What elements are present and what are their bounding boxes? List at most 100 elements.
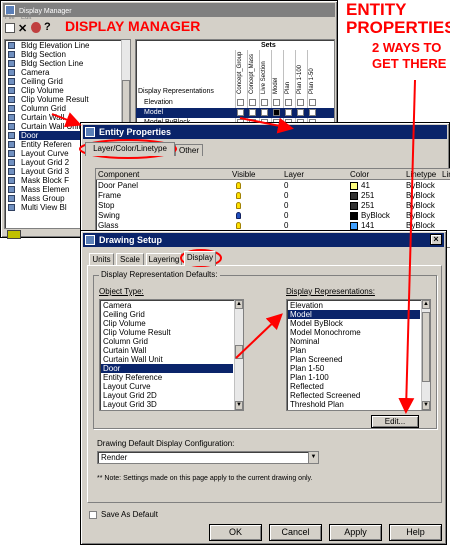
menu-file[interactable]: File <box>5 15 15 21</box>
column-header[interactable]: Visible <box>232 170 255 179</box>
tree-item[interactable]: Door <box>8 131 90 140</box>
new-icon[interactable] <box>5 23 15 33</box>
visible-bulb-icon[interactable] <box>236 182 241 189</box>
display-rep-item[interactable]: Model ByBlock <box>288 319 420 328</box>
display-rep-item[interactable]: Elevation <box>288 301 420 310</box>
rep-row[interactable]: Elevation <box>136 98 334 108</box>
table-row[interactable]: Stop 0 251 ByBlock <box>96 201 450 211</box>
set-checkbox[interactable] <box>249 109 256 116</box>
tree-item[interactable]: Clip Volume Result <box>8 95 90 104</box>
help-button[interactable]: Help <box>389 524 442 541</box>
scroll-down-icon[interactable]: ▼ <box>422 401 430 410</box>
tree-item[interactable]: Ceiling Grid <box>8 77 90 86</box>
set-checkbox[interactable] <box>297 109 304 116</box>
object-type-item[interactable]: Layout Curve <box>101 382 233 391</box>
object-type-item[interactable]: Clip Volume <box>101 319 233 328</box>
table-row[interactable]: Frame 0 251 ByBlock <box>96 191 450 201</box>
tree-item[interactable]: Multi View Bl <box>8 203 90 212</box>
object-type-item[interactable]: Layout Grid 2D <box>101 391 233 400</box>
menu-edit[interactable]: Edit <box>21 15 31 21</box>
display-rep-item[interactable]: Reflected <box>288 382 420 391</box>
display-rep-item[interactable]: Model Monochrome <box>288 328 420 337</box>
color-swatch[interactable] <box>350 222 358 230</box>
tree-item[interactable]: Bldg Section Line <box>8 59 90 68</box>
tree-item[interactable]: Layout Grid 3 <box>8 167 90 176</box>
object-type-list[interactable]: Camera Ceiling Grid Clip Volume Clip Volume… <box>99 299 244 411</box>
object-type-item[interactable]: Clip Volume Result <box>101 328 233 337</box>
tree-item[interactable]: Bldg Section <box>8 50 90 59</box>
set-checkbox[interactable] <box>261 99 268 106</box>
column-header[interactable]: Color <box>350 170 369 179</box>
display-rep-item[interactable]: Plan 1-50 <box>288 364 420 373</box>
tree-item[interactable]: Bldg Elevation Line <box>8 41 90 50</box>
column-header[interactable]: Linetype <box>406 170 436 179</box>
tree-item[interactable]: Layout Grid 2 <box>8 158 90 167</box>
object-type-item[interactable]: Layout Grid 3D <box>101 400 233 409</box>
column-header[interactable]: Linewei <box>442 170 450 179</box>
scroll-up-icon[interactable]: ▲ <box>235 300 243 309</box>
set-checkbox[interactable] <box>237 99 244 106</box>
color-swatch[interactable] <box>350 212 358 220</box>
rep-row[interactable]: Model <box>136 108 334 118</box>
object-type-item[interactable]: Camera <box>101 301 233 310</box>
object-type-item[interactable]: Ceiling Grid <box>101 310 233 319</box>
set-checkbox[interactable] <box>297 99 304 106</box>
tree-item[interactable]: Clip Volume <box>8 86 90 95</box>
delete-icon[interactable]: ✕ <box>18 22 27 35</box>
tab-other[interactable]: Other <box>175 144 203 156</box>
set-checkbox[interactable] <box>285 99 292 106</box>
color-swatch[interactable] <box>350 192 358 200</box>
object-type-scrollbar[interactable]: ▲ ▼ <box>234 300 243 410</box>
close-button[interactable]: × <box>430 234 442 245</box>
display-rep-item[interactable]: Plan 1-100 <box>288 373 420 382</box>
chevron-down-icon[interactable]: ▼ <box>308 452 318 463</box>
display-reps-scrollbar[interactable]: ▲ ▼ <box>421 300 430 410</box>
column-header[interactable]: Component <box>98 170 139 179</box>
scroll-thumb[interactable] <box>235 345 243 359</box>
checkbox-icon[interactable] <box>89 510 97 519</box>
visible-bulb-icon[interactable] <box>236 192 241 199</box>
set-checkbox[interactable] <box>249 99 256 106</box>
display-rep-item[interactable]: Threshold Plan <box>288 400 420 409</box>
set-checkbox[interactable] <box>273 109 280 116</box>
set-checkbox[interactable] <box>273 99 280 106</box>
set-checkbox[interactable] <box>261 109 268 116</box>
table-row[interactable]: Swing 0 ByBlock ByBlock <box>96 211 450 221</box>
object-type-item[interactable]: Curtain Wall Unit <box>101 355 233 364</box>
drawing-icon[interactable] <box>7 230 21 239</box>
tab-layer-color-linetype[interactable]: Layer/Color/Linetype <box>85 142 175 156</box>
display-rep-item[interactable]: Plan <box>288 346 420 355</box>
save-as-default-checkbox[interactable]: Save As Default <box>89 510 158 519</box>
color-swatch[interactable] <box>350 182 358 190</box>
tree-item[interactable]: Layout Curve <box>8 149 90 158</box>
object-type-item[interactable]: Door <box>101 364 233 373</box>
tree-item[interactable]: Camera <box>8 68 90 77</box>
tree-item[interactable]: Curtain Wall <box>8 113 90 122</box>
visible-bulb-icon[interactable] <box>236 212 241 219</box>
tree-item[interactable]: Column Grid <box>8 104 90 113</box>
set-checkbox[interactable] <box>309 109 316 116</box>
column-header[interactable]: Layer <box>284 170 304 179</box>
tree-item[interactable]: Entity Referen <box>8 140 90 149</box>
display-rep-item[interactable]: Nominal <box>288 337 420 346</box>
purge-icon[interactable] <box>31 22 41 33</box>
display-reps-list[interactable]: Elevation Model Model ByBlock Model Monochr… <box>286 299 431 411</box>
scroll-thumb[interactable] <box>422 312 430 382</box>
object-type-item[interactable]: Entity Reference <box>101 373 233 382</box>
tab-display[interactable]: Display <box>184 251 216 266</box>
set-checkbox[interactable] <box>285 109 292 116</box>
tree-item[interactable]: Curtain Wall Unit <box>8 122 90 131</box>
tree-item[interactable]: Mask Block F <box>8 176 90 185</box>
cancel-button[interactable]: Cancel <box>269 524 322 541</box>
color-swatch[interactable] <box>350 202 358 210</box>
ok-button[interactable]: OK <box>209 524 262 541</box>
help-icon[interactable]: ? <box>44 21 51 33</box>
apply-button[interactable]: Apply <box>329 524 382 541</box>
edit-button[interactable]: Edit... <box>371 415 419 428</box>
table-row[interactable]: Door Panel 0 41 ByBlock <box>96 181 450 191</box>
display-rep-item[interactable]: Model <box>288 310 420 319</box>
display-rep-item[interactable]: Plan Screened <box>288 355 420 364</box>
set-checkbox[interactable] <box>309 99 316 106</box>
scroll-up-icon[interactable]: ▲ <box>422 300 430 309</box>
scroll-down-icon[interactable]: ▼ <box>235 401 243 410</box>
